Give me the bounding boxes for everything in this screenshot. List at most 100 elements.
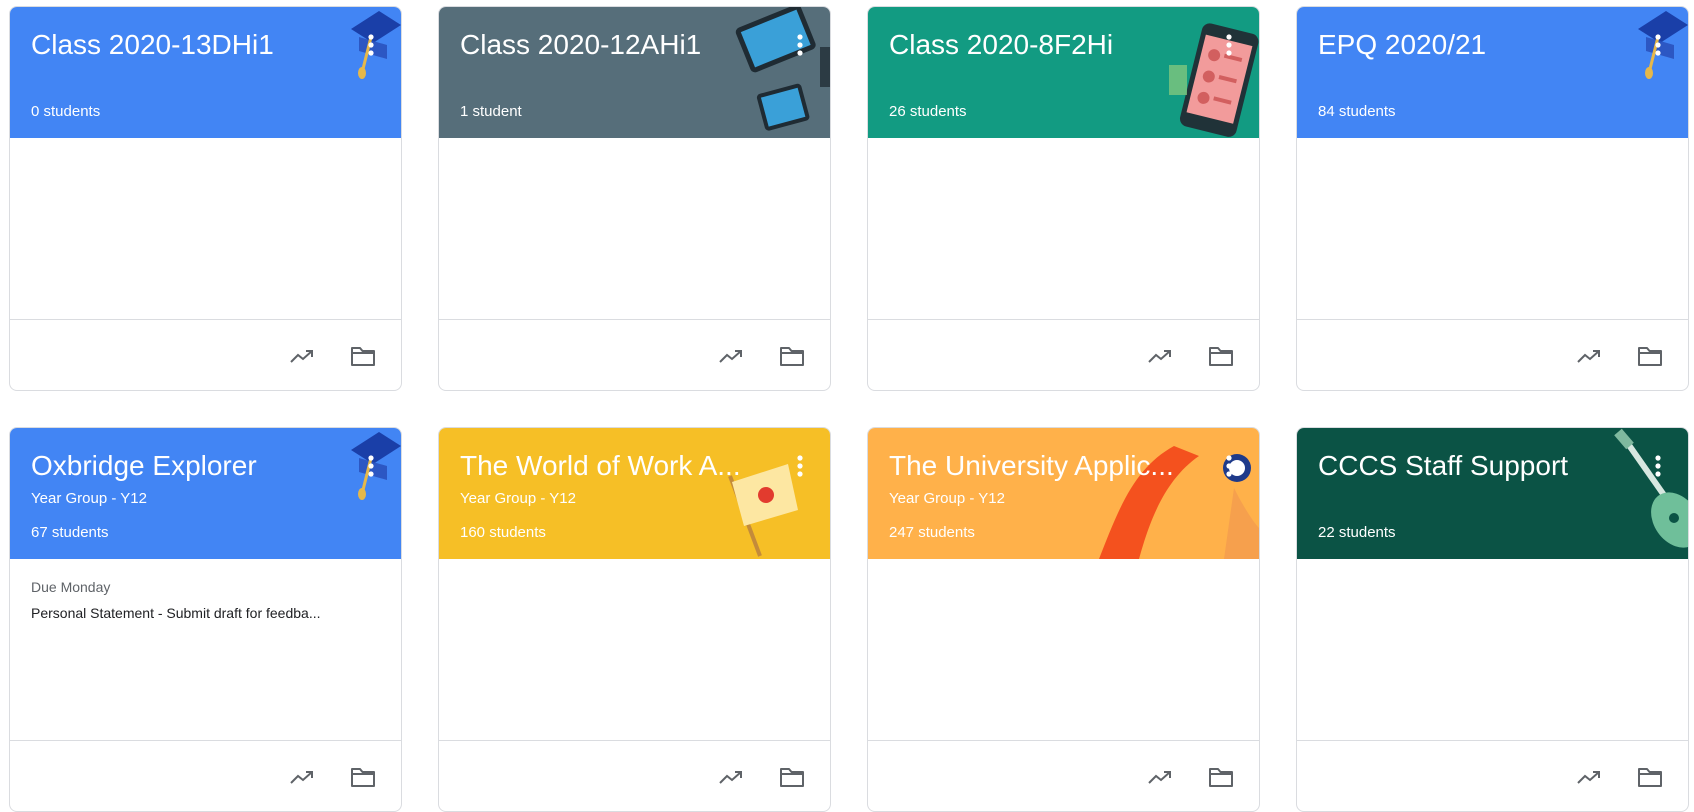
more-vert-icon bbox=[1655, 455, 1661, 477]
card-body bbox=[868, 559, 1259, 741]
more-options-button[interactable] bbox=[786, 27, 814, 63]
card-body bbox=[1297, 559, 1688, 741]
class-drive-folder-button[interactable] bbox=[772, 336, 812, 376]
student-count: 160 students bbox=[460, 524, 546, 541]
trending-up-icon bbox=[1148, 350, 1171, 363]
class-card: The World of Work A... Year Group - Y12 … bbox=[438, 427, 831, 812]
card-footer bbox=[439, 741, 830, 811]
more-vert-icon bbox=[1655, 34, 1661, 56]
student-count: 22 students bbox=[1318, 524, 1396, 541]
student-count: 1 student bbox=[460, 103, 522, 120]
card-footer bbox=[868, 320, 1259, 390]
class-card: Class 2020-12AHi1 1 student bbox=[438, 6, 831, 391]
folder-icon bbox=[1638, 768, 1662, 787]
class-title[interactable]: The University Applic... bbox=[889, 448, 1189, 484]
folder-icon bbox=[780, 347, 804, 366]
more-options-button[interactable] bbox=[1644, 448, 1672, 484]
class-banner: The World of Work A... Year Group - Y12 … bbox=[439, 428, 830, 559]
class-card: Class 2020-8F2Hi 26 students bbox=[867, 6, 1260, 391]
student-count: 247 students bbox=[889, 524, 975, 541]
due-label: Due Monday bbox=[31, 579, 111, 595]
class-title[interactable]: Oxbridge Explorer bbox=[31, 448, 331, 484]
more-options-button[interactable] bbox=[786, 448, 814, 484]
class-title[interactable]: Class 2020-13DHi1 bbox=[31, 27, 331, 63]
more-vert-icon bbox=[1226, 34, 1232, 56]
card-body bbox=[10, 138, 401, 320]
class-card-grid: Class 2020-13DHi1 0 students Class 2020-… bbox=[0, 0, 1694, 812]
more-vert-icon bbox=[797, 34, 803, 56]
gradebook-button[interactable] bbox=[283, 757, 323, 797]
card-footer bbox=[439, 320, 830, 390]
more-vert-icon bbox=[797, 455, 803, 477]
student-count: 67 students bbox=[31, 524, 109, 541]
more-vert-icon bbox=[1226, 455, 1232, 477]
student-count: 0 students bbox=[31, 103, 101, 120]
gradebook-button[interactable] bbox=[1570, 757, 1610, 797]
gradebook-button[interactable] bbox=[1570, 336, 1610, 376]
class-title[interactable]: Class 2020-8F2Hi bbox=[889, 27, 1189, 63]
student-count: 84 students bbox=[1318, 103, 1396, 120]
gradebook-button[interactable] bbox=[283, 336, 323, 376]
class-section[interactable]: Year Group - Y12 bbox=[889, 490, 1005, 508]
card-footer bbox=[1297, 741, 1688, 811]
class-drive-folder-button[interactable] bbox=[1630, 757, 1670, 797]
gradebook-button[interactable] bbox=[712, 336, 752, 376]
class-banner: Class 2020-13DHi1 0 students bbox=[10, 7, 401, 138]
class-banner: EPQ 2020/21 84 students bbox=[1297, 7, 1688, 138]
class-drive-folder-button[interactable] bbox=[1630, 336, 1670, 376]
card-body bbox=[868, 138, 1259, 320]
more-vert-icon bbox=[368, 34, 374, 56]
class-title[interactable]: EPQ 2020/21 bbox=[1318, 27, 1618, 63]
more-options-button[interactable] bbox=[1215, 27, 1243, 63]
class-banner: Oxbridge Explorer Year Group - Y12 67 st… bbox=[10, 428, 401, 559]
trending-up-icon bbox=[1577, 350, 1600, 363]
class-card: The University Applic... Year Group - Y1… bbox=[867, 427, 1260, 812]
more-options-button[interactable] bbox=[357, 27, 385, 63]
gradebook-button[interactable] bbox=[712, 757, 752, 797]
folder-icon bbox=[1209, 347, 1233, 366]
class-section[interactable]: Year Group - Y12 bbox=[31, 490, 147, 508]
class-drive-folder-button[interactable] bbox=[772, 757, 812, 797]
trending-up-icon bbox=[1148, 771, 1171, 784]
class-drive-folder-button[interactable] bbox=[343, 336, 383, 376]
more-options-button[interactable] bbox=[1644, 27, 1672, 63]
trending-up-icon bbox=[719, 771, 742, 784]
card-body bbox=[439, 559, 830, 741]
trending-up-icon bbox=[290, 771, 313, 784]
card-footer bbox=[10, 320, 401, 390]
class-drive-folder-button[interactable] bbox=[343, 757, 383, 797]
class-card: EPQ 2020/21 84 students bbox=[1296, 6, 1689, 391]
card-footer bbox=[1297, 320, 1688, 390]
class-banner: Class 2020-12AHi1 1 student bbox=[439, 7, 830, 138]
gradebook-button[interactable] bbox=[1141, 336, 1181, 376]
class-title[interactable]: The World of Work A... bbox=[460, 448, 760, 484]
folder-icon bbox=[351, 768, 375, 787]
class-card: Oxbridge Explorer Year Group - Y12 67 st… bbox=[9, 427, 402, 812]
folder-icon bbox=[1209, 768, 1233, 787]
trending-up-icon bbox=[290, 350, 313, 363]
class-section[interactable]: Year Group - Y12 bbox=[460, 490, 576, 508]
class-drive-folder-button[interactable] bbox=[1201, 336, 1241, 376]
card-body bbox=[439, 138, 830, 320]
class-banner: Class 2020-8F2Hi 26 students bbox=[868, 7, 1259, 138]
more-options-button[interactable] bbox=[1215, 448, 1243, 484]
more-vert-icon bbox=[368, 455, 374, 477]
gradebook-button[interactable] bbox=[1141, 757, 1181, 797]
folder-icon bbox=[780, 768, 804, 787]
class-banner: The University Applic... Year Group - Y1… bbox=[868, 428, 1259, 559]
due-assignment-link[interactable]: Personal Statement - Submit draft for fe… bbox=[31, 605, 391, 621]
class-drive-folder-button[interactable] bbox=[1201, 757, 1241, 797]
class-title[interactable]: Class 2020-12AHi1 bbox=[460, 27, 760, 63]
folder-icon bbox=[351, 347, 375, 366]
card-footer bbox=[868, 741, 1259, 811]
class-title[interactable]: CCCS Staff Support bbox=[1318, 448, 1618, 484]
class-card: Class 2020-13DHi1 0 students bbox=[9, 6, 402, 391]
folder-icon bbox=[1638, 347, 1662, 366]
student-count: 26 students bbox=[889, 103, 967, 120]
class-banner: CCCS Staff Support 22 students bbox=[1297, 428, 1688, 559]
more-options-button[interactable] bbox=[357, 448, 385, 484]
card-body bbox=[1297, 138, 1688, 320]
trending-up-icon bbox=[1577, 771, 1600, 784]
class-card: CCCS Staff Support 22 students bbox=[1296, 427, 1689, 812]
card-footer bbox=[10, 741, 401, 811]
